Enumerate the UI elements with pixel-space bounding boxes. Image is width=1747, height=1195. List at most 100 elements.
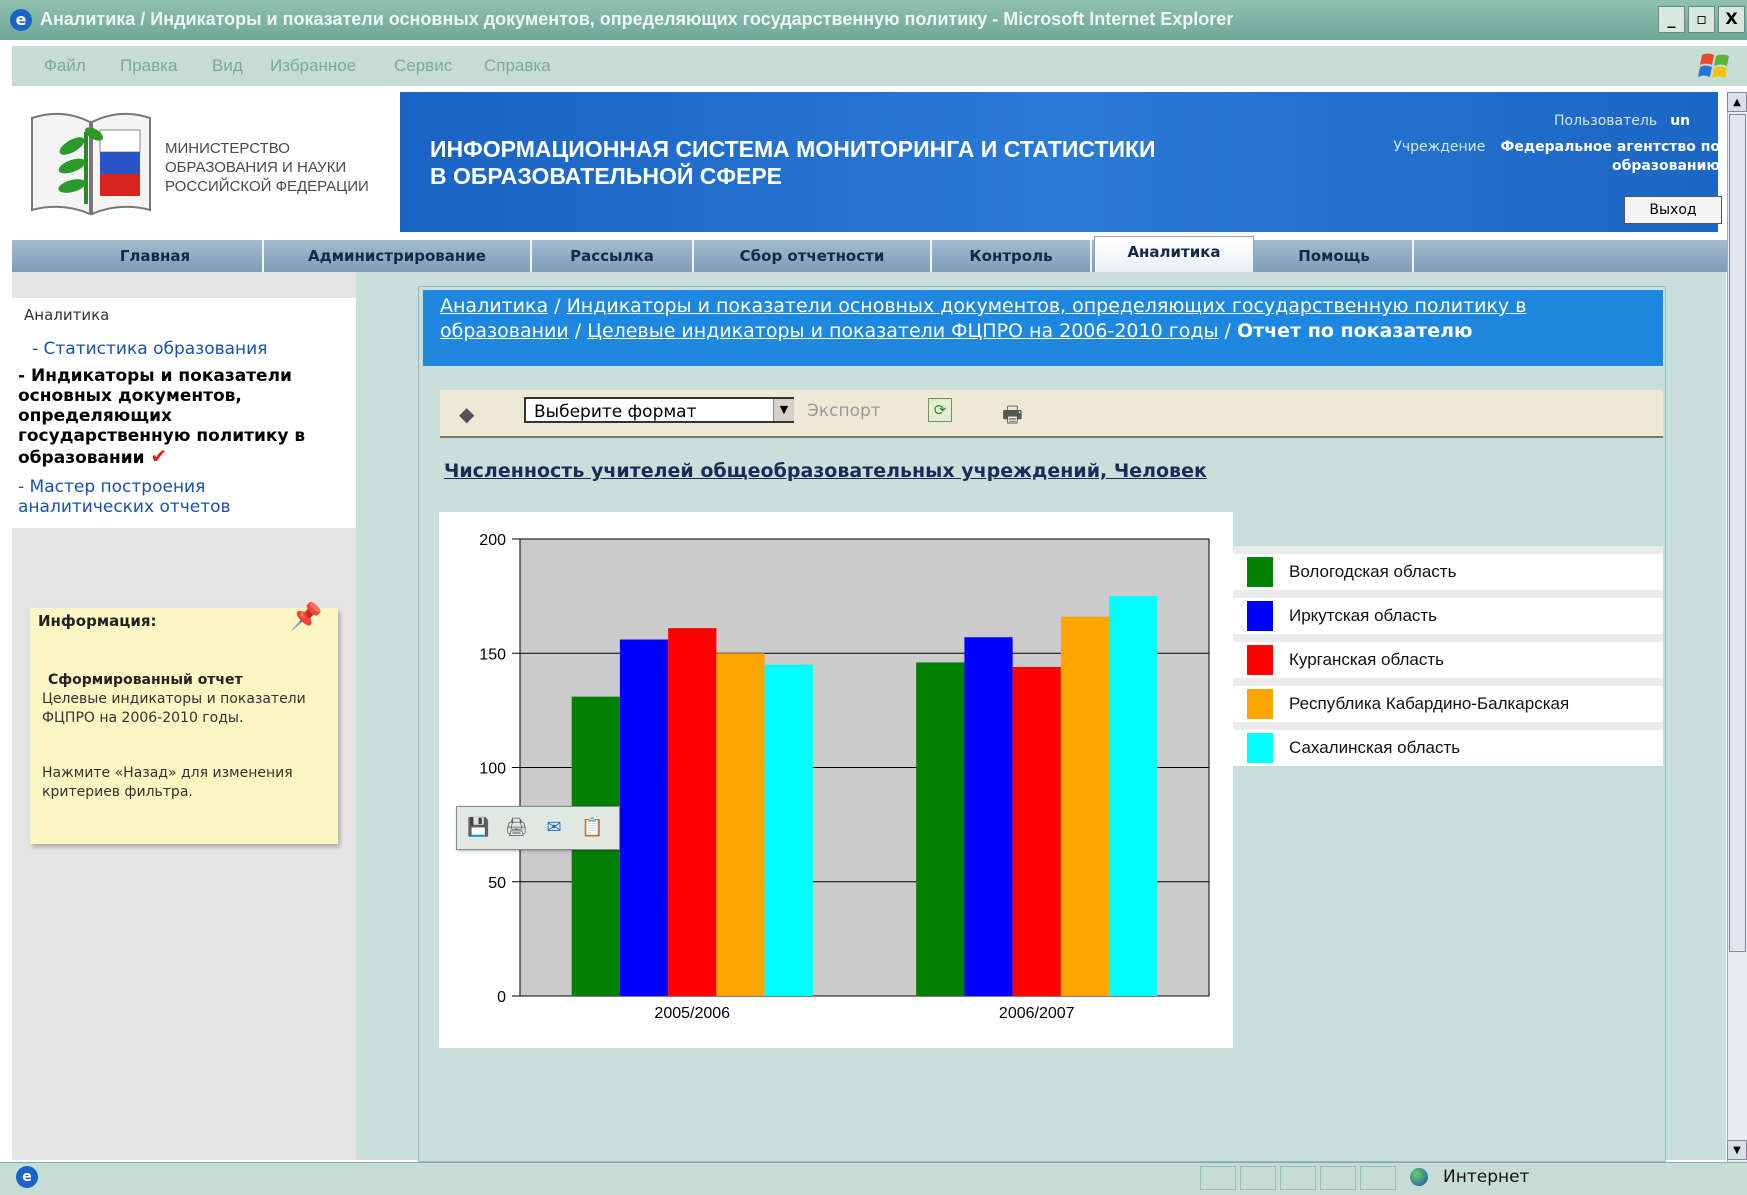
ministry-line: МИНИСТЕРСТВО — [165, 140, 290, 157]
ministry-name: МИНИСТЕРСТВО ОБРАЗОВАНИЯ И НАУКИ РОССИЙС… — [165, 139, 369, 196]
bar — [716, 653, 765, 996]
info-title: Информация: — [38, 612, 157, 630]
breadcrumb-current: Отчет по показателю — [1236, 320, 1473, 342]
y-tick-label: 0 — [497, 989, 506, 1006]
legend-swatch — [1247, 645, 1273, 675]
scroll-up-icon[interactable]: ▲ — [1727, 92, 1747, 112]
legend-item: Сахалинская область — [1233, 722, 1663, 766]
report-title[interactable]: Численность учителей общеобразовательных… — [444, 460, 1207, 482]
print-icon[interactable]: 🖶 — [1002, 398, 1023, 436]
tab-analytics[interactable]: Аналитика — [1094, 236, 1254, 276]
info-back-hint: Нажмите «Назад» для изменения критериев … — [42, 765, 293, 800]
info-report-title: Сформированный отчет — [48, 672, 243, 688]
copy-icon[interactable]: 📋 — [581, 817, 603, 839]
status-pane — [1320, 1166, 1356, 1190]
y-tick-label: 150 — [479, 646, 506, 663]
system-title-line: ИНФОРМАЦИОННАЯ СИСТЕМА МОНИТОРИНГА И СТА… — [430, 136, 1156, 162]
legend-swatch — [1247, 601, 1273, 631]
bar-chart: 0 50 100 150 200 2005/2006 2006/2007 — [479, 532, 1210, 1022]
x-tick-label: 2006/2007 — [999, 1005, 1075, 1022]
breadcrumb-link-analytics[interactable]: Аналитика — [440, 295, 548, 317]
legend-swatch — [1247, 557, 1273, 587]
legend-swatch — [1247, 689, 1273, 719]
menu-favorites[interactable]: Избранное — [270, 56, 356, 76]
legend-item: Курганская область — [1233, 634, 1663, 678]
bar — [964, 637, 1013, 996]
sidebar-title: Аналитика — [24, 306, 110, 324]
tab-help[interactable]: Помощь — [1256, 240, 1414, 272]
tab-mailing[interactable]: Рассылка — [532, 240, 694, 272]
status-pane — [1240, 1166, 1276, 1190]
legend-label: Курганская область — [1289, 650, 1444, 669]
bar — [1012, 666, 1061, 996]
status-pane — [1280, 1166, 1316, 1190]
y-tick-label: 100 — [479, 761, 506, 778]
sidebar-item-education-statistics[interactable]: - Статистика образования — [32, 339, 267, 359]
sidebar-item-report-wizard[interactable]: - Мастер построения аналитических отчето… — [18, 477, 338, 517]
status-pane — [1200, 1166, 1236, 1190]
menu-view[interactable]: Вид — [212, 56, 243, 76]
org-value-cont: образованию — [1611, 158, 1720, 174]
globe-icon — [1410, 1168, 1428, 1186]
minimize-button[interactable]: _ — [1658, 6, 1685, 33]
security-zone-label: Интернет — [1443, 1167, 1530, 1187]
refresh-icon[interactable]: ⟳ — [928, 398, 952, 422]
breadcrumb-separator: / — [1218, 320, 1237, 342]
tab-administration[interactable]: Администрирование — [264, 240, 532, 272]
legend-label: Сахалинская область — [1289, 738, 1461, 757]
print-icon[interactable]: 🖨 — [505, 817, 528, 839]
menu-tools[interactable]: Сервис — [394, 56, 452, 76]
sidebar-item-indicators[interactable]: - Индикаторы и показатели основных докум… — [18, 366, 350, 468]
email-icon[interactable]: ✉ — [543, 817, 565, 839]
y-tick-label: 200 — [479, 532, 506, 549]
ie-icon: e — [10, 9, 32, 31]
scroll-down-icon[interactable]: ▼ — [1727, 1140, 1747, 1160]
ministry-book-logo-icon — [31, 112, 151, 216]
chart-toolbar: 💾 🖨 ✉ 📋 — [456, 806, 620, 850]
tab-reporting[interactable]: Сбор отчетности — [694, 240, 932, 272]
system-title: ИНФОРМАЦИОННАЯ СИСТЕМА МОНИТОРИНГА И СТА… — [430, 136, 1156, 190]
window-title: Аналитика / Индикаторы и показатели осно… — [40, 9, 1234, 29]
user-value: un — [1670, 113, 1691, 129]
back-arrow-icon[interactable]: ◆ — [459, 402, 474, 426]
page-status-icon: e — [16, 1166, 38, 1188]
menu-file[interactable]: Файл — [44, 56, 86, 76]
breadcrumb-link-fcpro[interactable]: Целевые индикаторы и показатели ФЦПРО на… — [587, 320, 1218, 342]
status-pane — [1360, 1166, 1396, 1190]
close-button[interactable]: X — [1718, 6, 1745, 33]
legend-label: Республика Кабардино-Балкарская — [1289, 694, 1570, 713]
maximize-button[interactable]: ▫ — [1688, 6, 1715, 33]
bar — [619, 639, 669, 996]
user-label: Пользователь — [1554, 113, 1658, 129]
menu-edit[interactable]: Правка — [120, 56, 177, 76]
org-label: Учреждение — [1393, 139, 1486, 155]
legend-item: Республика Кабардино-Балкарская — [1233, 678, 1663, 722]
legend-swatch — [1247, 733, 1273, 763]
format-select[interactable]: Выберите формат — [524, 397, 794, 423]
chart-panel: 0 50 100 150 200 2005/2006 2006/2007 — [439, 512, 1233, 1048]
export-link[interactable]: Экспорт — [807, 401, 881, 421]
breadcrumb-separator: / — [548, 295, 567, 317]
menu-help[interactable]: Справка — [484, 56, 551, 76]
bar — [1109, 596, 1158, 996]
legend-item: Вологодская область — [1233, 546, 1663, 590]
chevron-down-icon[interactable]: ▼ — [773, 399, 794, 421]
exit-button[interactable]: Выход — [1624, 196, 1722, 224]
tab-control[interactable]: Контроль — [932, 240, 1092, 272]
x-tick-label: 2005/2006 — [654, 1005, 730, 1022]
legend-label: Иркутская область — [1289, 606, 1438, 625]
system-title-line: В ОБРАЗОВАТЕЛЬНОЙ СФЕРЕ — [430, 163, 783, 189]
scrollbar-thumb[interactable] — [1729, 114, 1746, 952]
ministry-line: ОБРАЗОВАНИЯ И НАУКИ — [165, 159, 347, 176]
organization-info: Учреждение Федеральное агентство по обра… — [1322, 136, 1720, 174]
bar — [764, 664, 813, 996]
bar — [916, 662, 965, 996]
user-info: Пользователь un — [1554, 110, 1690, 129]
tab-home[interactable]: Главная — [48, 240, 264, 272]
save-icon[interactable]: 💾 — [467, 817, 489, 839]
legend-label: Вологодская область — [1289, 562, 1457, 581]
org-value: Федеральное агентство по — [1500, 139, 1720, 155]
checkmark-icon: ✔ — [150, 444, 168, 468]
pin-icon[interactable]: 📌 — [290, 602, 322, 632]
info-report-description: Целевые индикаторы и показатели ФЦПРО на… — [42, 691, 306, 726]
